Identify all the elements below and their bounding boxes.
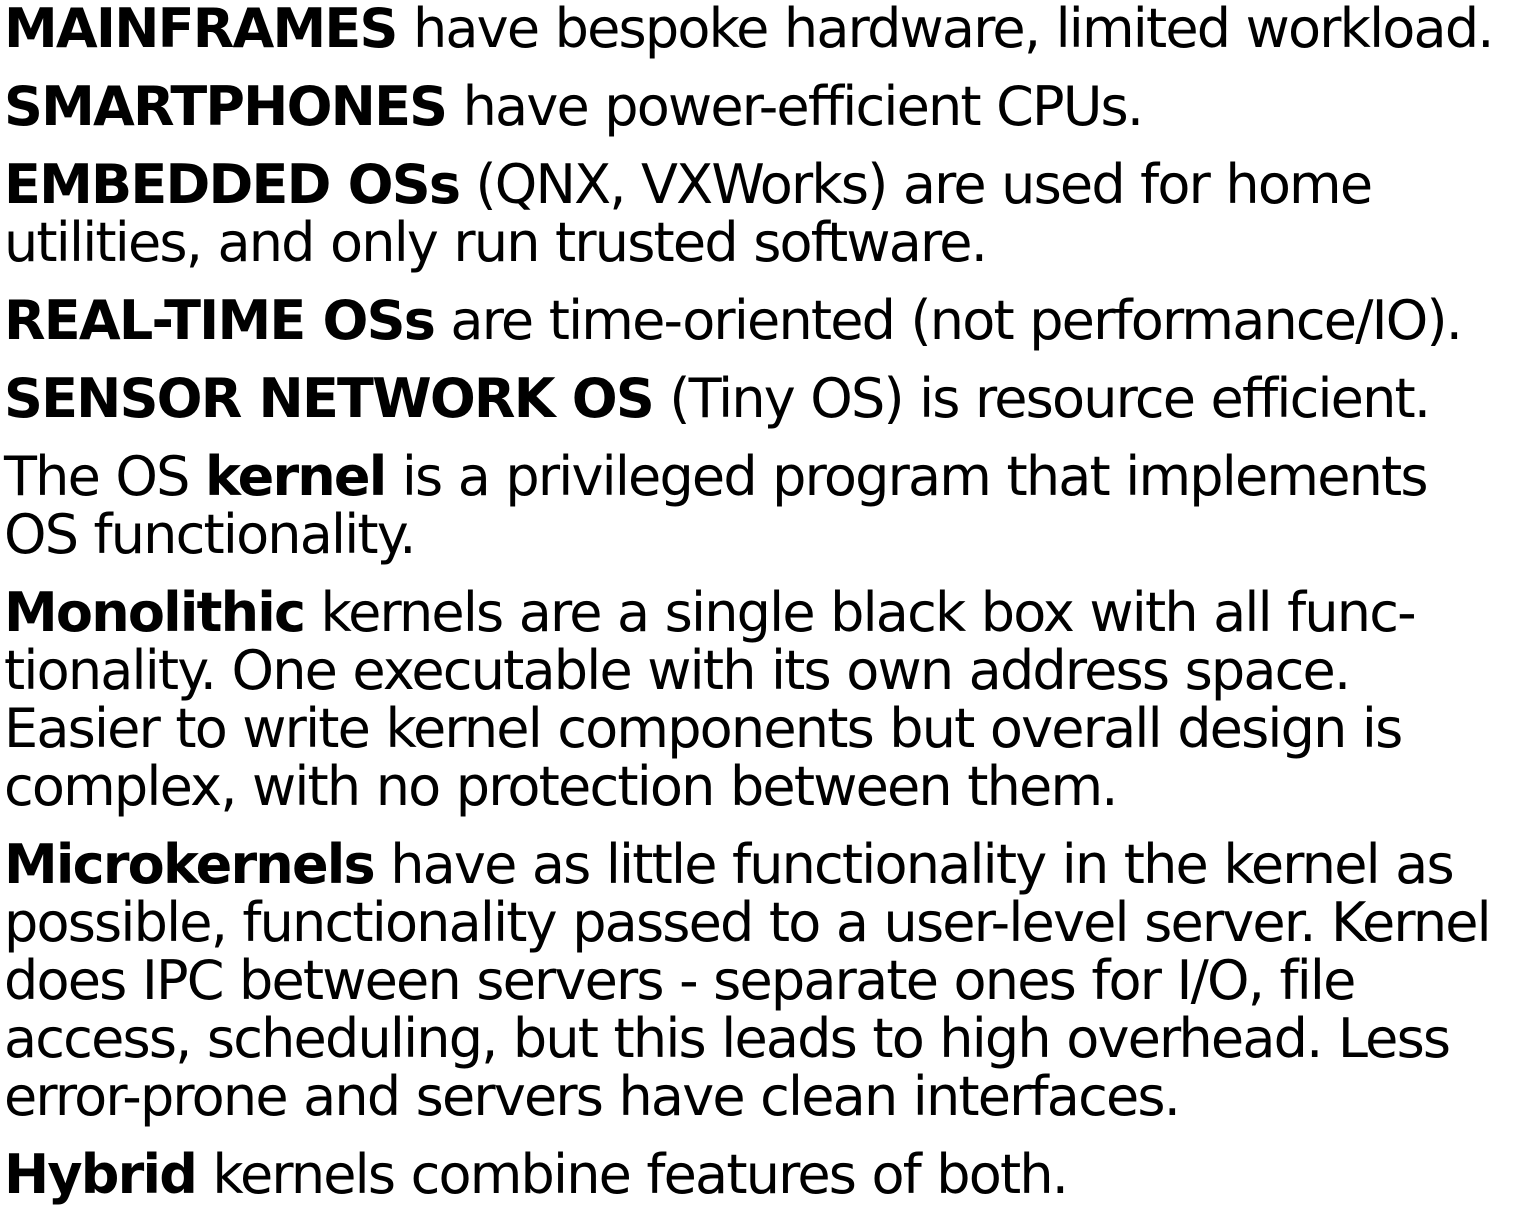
text-run: have power-efficient CPUs. [446, 75, 1144, 138]
bold-term: Monolithic [4, 581, 306, 644]
text-line: complex, with no protection between them… [4, 758, 1522, 816]
paragraph-hybrid: Hybrid kernels combine features of both. [4, 1146, 1522, 1204]
text-line: access, scheduling, but this leads to hi… [4, 1010, 1522, 1068]
text-line: SENSOR NETWORK OS (Tiny OS) is resource … [4, 370, 1522, 428]
bold-term: REAL-TIME OSs [4, 289, 436, 352]
text-line: does IPC between servers - separate ones… [4, 952, 1522, 1010]
text-run: have bespoke hardware, limited workload. [396, 0, 1495, 60]
text-line: error-prone and servers have clean inter… [4, 1068, 1522, 1126]
paragraph-real-time-os: REAL-TIME OSs are time-oriented (not per… [4, 292, 1522, 350]
paragraph-sensor-network-os: SENSOR NETWORK OS (Tiny OS) is resource … [4, 370, 1522, 428]
text-line: utilities, and only run trusted software… [4, 214, 1522, 272]
text-line: EMBEDDED OSs (QNX, VXWorks) are used for… [4, 156, 1522, 214]
bold-term: Microkernels [4, 833, 376, 896]
text-line: Easier to write kernel components but ov… [4, 700, 1522, 758]
bold-term: MAINFRAMES [4, 0, 398, 60]
paragraph-mainframes: MAINFRAMES have bespoke hardware, limite… [4, 0, 1522, 58]
paragraph-embedded-os: EMBEDDED OSs (QNX, VXWorks) are used for… [4, 156, 1522, 272]
bold-term: Hybrid [4, 1143, 198, 1206]
text-run: The OS [4, 445, 205, 508]
text-line: Microkernels have as little functionalit… [4, 836, 1522, 894]
bold-term: SMARTPHONES [4, 75, 448, 138]
text-run: access, scheduling, but this leads to hi… [4, 1007, 1451, 1070]
text-run: utilities, and only run trusted software… [4, 211, 988, 274]
text-line: OS functionality. [4, 506, 1522, 564]
text-line: The OS kernel is a privileged program th… [4, 448, 1522, 506]
text-run: does IPC between servers - separate ones… [4, 949, 1356, 1012]
text-line: REAL-TIME OSs are time-oriented (not per… [4, 292, 1522, 350]
text-run: possible, functionality passed to a user… [4, 891, 1492, 954]
text-line: Monolithic kernels are a single black bo… [4, 584, 1522, 642]
text-run: Easier to write kernel components but ov… [4, 697, 1403, 760]
text-run: error-prone and servers have clean inter… [4, 1065, 1181, 1128]
bold-term: EMBEDDED OSs [4, 153, 461, 216]
text-run: kernels are a single black box with all … [304, 581, 1417, 644]
text-line: possible, functionality passed to a user… [4, 894, 1522, 952]
text-line: tionality. One executable with its own a… [4, 642, 1522, 700]
paragraph-monolithic: Monolithic kernels are a single black bo… [4, 584, 1522, 816]
text-run: have as little functionality in the kern… [373, 833, 1454, 896]
text-run: OS functionality. [4, 503, 416, 566]
paragraph-kernel: The OS kernel is a privileged program th… [4, 448, 1522, 564]
paragraph-microkernels: Microkernels have as little functionalit… [4, 836, 1522, 1126]
text-run: (QNX, VXWorks) are used for home [459, 153, 1374, 216]
bold-term: kernel [204, 445, 387, 508]
text-run: are time-oriented (not performance/IO). [434, 289, 1462, 352]
text-line: Hybrid kernels combine features of both. [4, 1146, 1522, 1204]
text-run: is a privileged program that implements [385, 445, 1429, 508]
text-run: (Tiny OS) is resource efficient. [652, 367, 1431, 430]
text-run: kernels combine features of both. [196, 1143, 1069, 1206]
text-run: tionality. One executable with its own a… [4, 639, 1351, 702]
text-line: MAINFRAMES have bespoke hardware, limite… [4, 0, 1522, 58]
document-body: MAINFRAMES have bespoke hardware, limite… [4, 0, 1522, 1204]
text-line: SMARTPHONES have power-efficient CPUs. [4, 78, 1522, 136]
text-run: complex, with no protection between them… [4, 755, 1118, 818]
paragraph-smartphones: SMARTPHONES have power-efficient CPUs. [4, 78, 1522, 136]
bold-term: SENSOR NETWORK OS [4, 367, 655, 430]
